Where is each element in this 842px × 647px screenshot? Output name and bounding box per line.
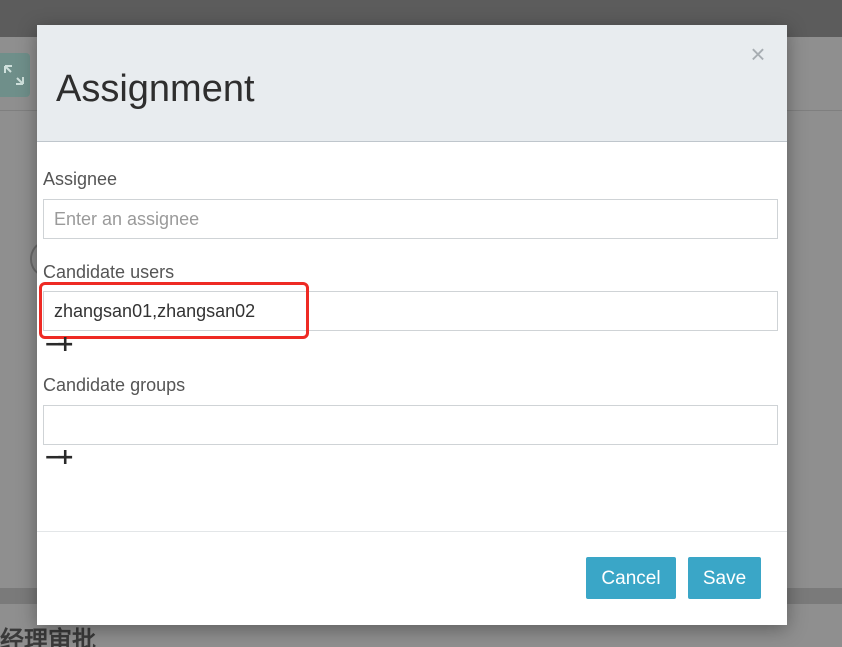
candidate-groups-input[interactable] [43,405,778,445]
modal-header: Assignment × [37,25,787,142]
add-candidate-group-button[interactable]: + [56,447,74,469]
candidate-users-label: Candidate users [43,262,175,282]
assignment-modal: Assignment × Assignee Candidate users −+… [37,25,787,625]
cancel-button[interactable]: Cancel [586,557,676,599]
modal-title: Assignment [56,68,255,110]
modal-footer-divider [37,531,787,532]
candidate-groups-label: Candidate groups [43,375,186,395]
expand-icon [4,65,24,85]
background-expand-button [0,53,30,97]
save-button[interactable]: Save [688,557,761,599]
remove-candidate-group-button[interactable]: − [44,447,62,469]
highlight-annotation [39,282,309,339]
assignee-label: Assignee [43,169,118,189]
remove-candidate-user-button[interactable]: − [44,334,62,356]
candidate-groups-controls: −+ [44,447,74,469]
candidate-users-controls: −+ [44,334,74,356]
add-candidate-user-button[interactable]: + [56,334,74,356]
assignee-input[interactable] [43,199,778,239]
close-icon[interactable]: × [747,41,769,67]
